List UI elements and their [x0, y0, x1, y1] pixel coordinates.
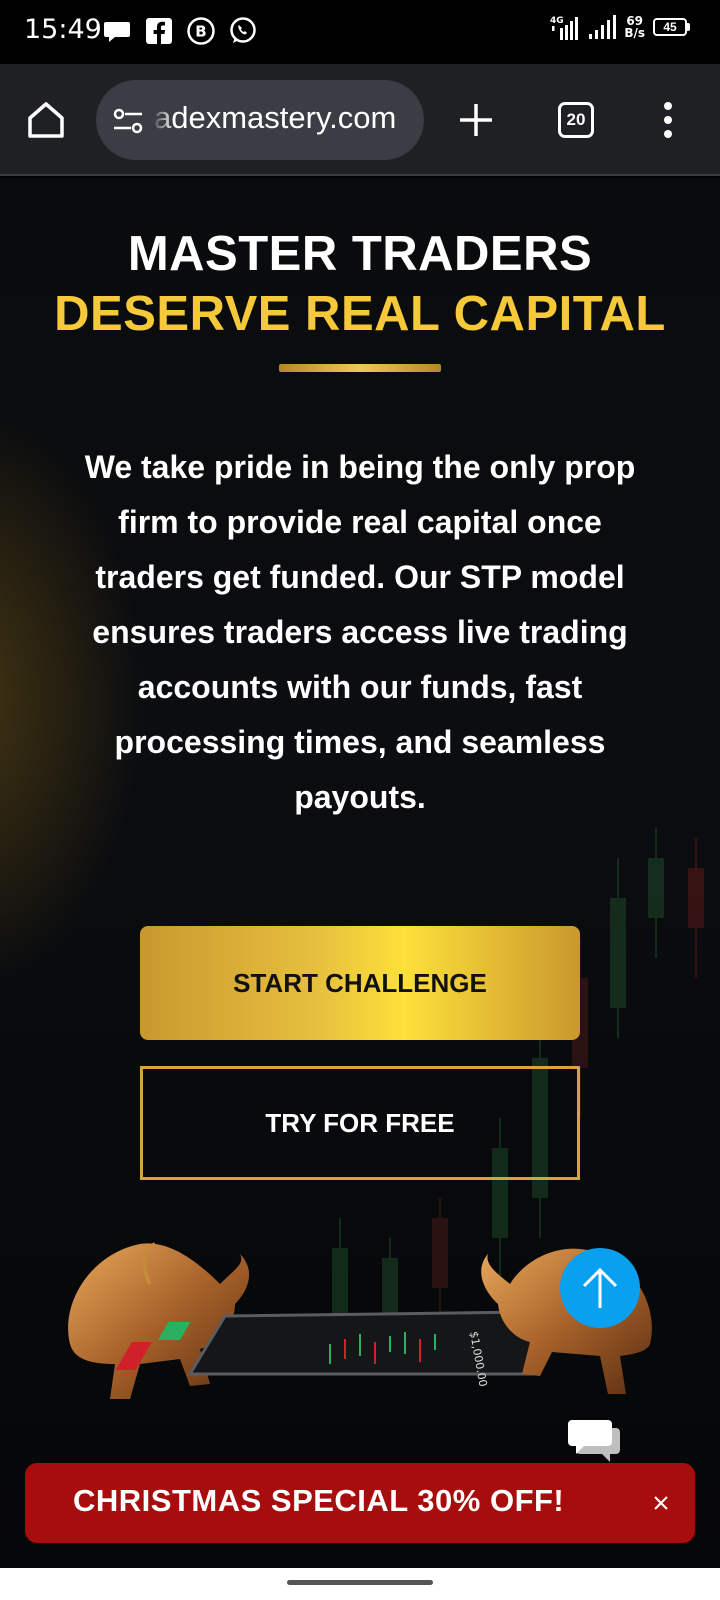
status-right: 4G 69 B/s 45	[550, 14, 690, 40]
home-icon[interactable]	[26, 100, 66, 140]
start-challenge-button[interactable]: START CHALLENGE	[140, 926, 580, 1040]
close-icon[interactable]	[647, 1489, 675, 1517]
scroll-to-top-button[interactable]	[560, 1248, 640, 1328]
promo-banner[interactable]: CHRISTMAS SPECIAL 30% OFF!	[25, 1463, 695, 1543]
hero-title-line2: DESERVE REAL CAPITAL	[54, 287, 666, 341]
battery-icon: 45	[653, 18, 690, 36]
chat-bubble-icon	[104, 22, 130, 42]
url-text[interactable]: adexmastery.com	[154, 100, 396, 136]
notification-icons: B	[102, 16, 258, 46]
facebook-icon	[146, 18, 172, 44]
new-tab-icon[interactable]	[458, 102, 494, 138]
tab-switcher-button[interactable]: 20	[558, 102, 594, 138]
home-gesture-handle[interactable]	[287, 1580, 433, 1585]
b-badge-icon: B	[187, 17, 215, 45]
signal-bars-icon	[589, 15, 617, 39]
net-speed: 69 B/s	[624, 15, 645, 39]
browser-toolbar: adexmastery.com 20	[0, 64, 720, 176]
gesture-nav-bar	[0, 1568, 720, 1600]
more-menu-icon[interactable]	[662, 100, 674, 140]
svg-text:B: B	[195, 23, 206, 41]
arrow-up-icon	[582, 1267, 618, 1308]
hero-description: We take pride in being the only prop fir…	[84, 449, 636, 815]
hero-title-line1: MASTER TRADERS	[127, 227, 593, 281]
signal-4g-icon: 4G	[550, 16, 579, 40]
status-bar: 15:49 B 4G 69 B/s 45	[0, 0, 720, 64]
battery-level: 45	[653, 18, 687, 36]
promo-text: CHRISTMAS SPECIAL 30% OFF!	[73, 1483, 565, 1518]
svg-text:4G: 4G	[550, 16, 564, 26]
site-settings-icon[interactable]	[112, 106, 144, 136]
try-for-free-button[interactable]: TRY FOR FREE	[140, 1066, 580, 1180]
bulls-phone-illustration: $1,000.00	[68, 1242, 652, 1399]
title-divider	[279, 364, 441, 372]
hero-section: MASTER TRADERS DESERVE REAL CAPITAL We t…	[0, 178, 720, 1578]
net-speed-unit: B/s	[624, 26, 645, 40]
status-time: 15:49	[24, 14, 102, 45]
live-chat-icon[interactable]	[566, 1418, 622, 1466]
whatsapp-icon	[230, 17, 256, 43]
address-bar[interactable]: adexmastery.com	[96, 80, 424, 160]
